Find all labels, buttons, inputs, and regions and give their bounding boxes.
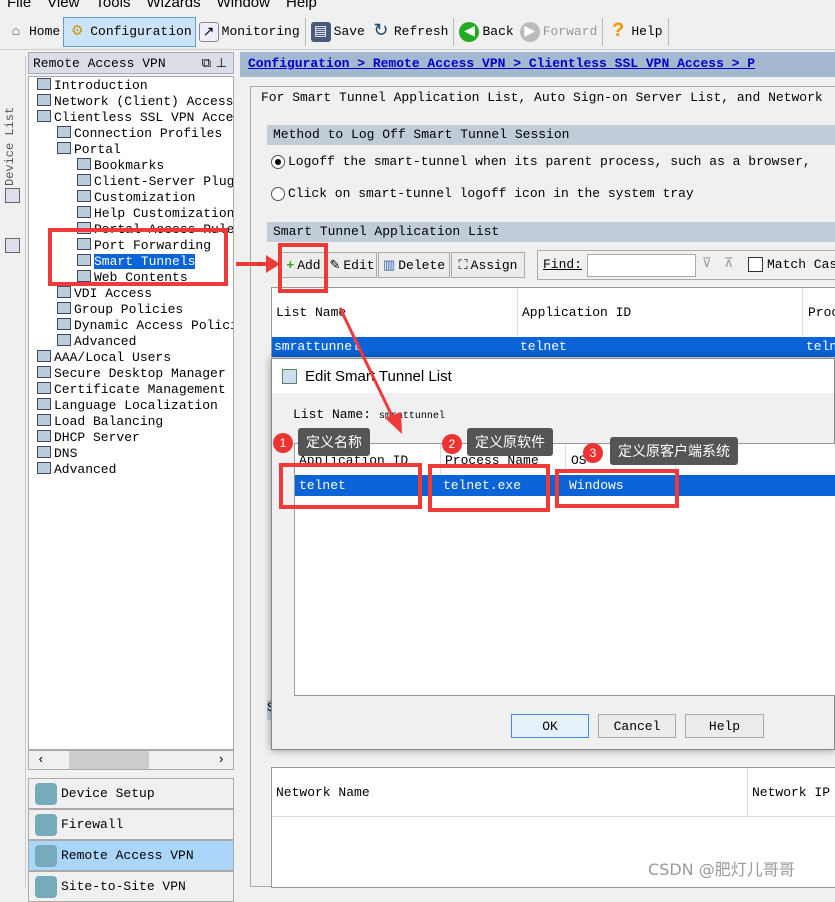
watermark: CSDN @肥灯儿哥哥 [648,860,795,879]
annotation-number: 1 [273,433,293,453]
annotation-number: 2 [442,434,462,454]
annotation-callout: 定义名称 [298,428,370,456]
annotation-callout: 定义原软件 [467,428,553,456]
annotation-number: 3 [583,443,603,463]
annotation-callout: 定义原客户端系统 [610,437,738,465]
